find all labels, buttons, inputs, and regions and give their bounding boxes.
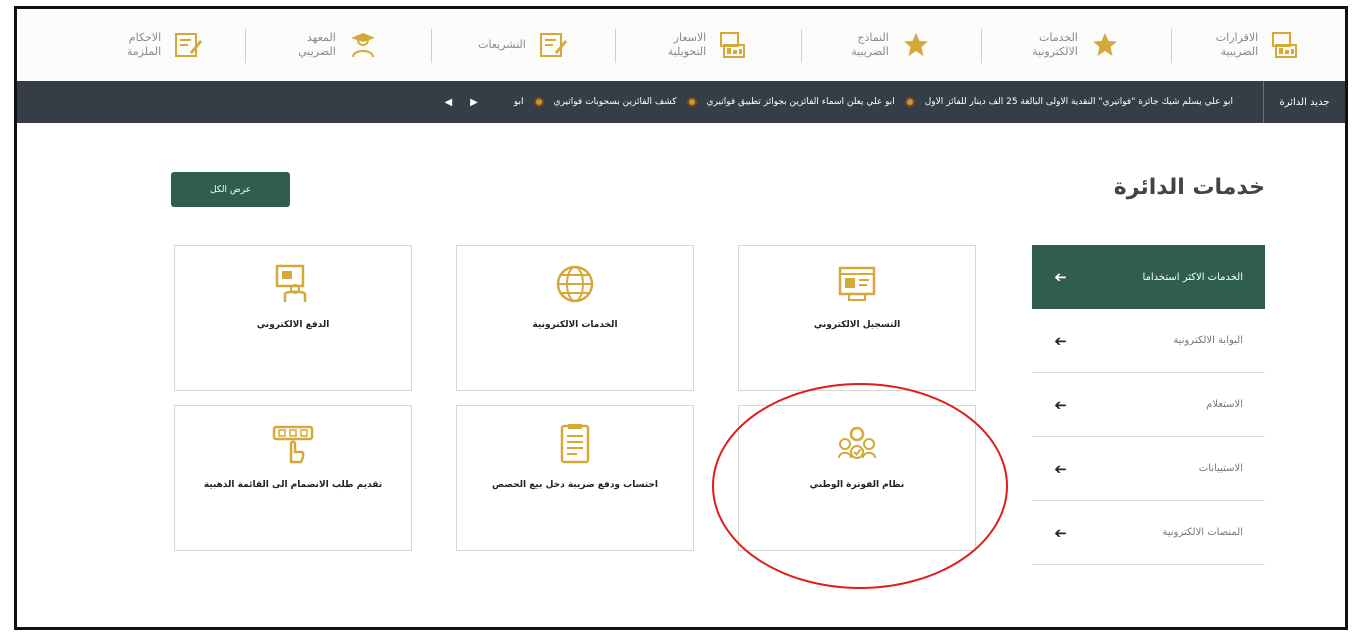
card-label: احتساب ودفع ضريبة دخل بيع الحصص: [492, 480, 658, 490]
tax-declarations-icon: [1270, 30, 1300, 60]
nav-item-tax-declarations[interactable]: الاقرارات الضريبية: [1171, 9, 1345, 81]
news-item[interactable]: ابو: [514, 97, 524, 107]
card-label: التسجيل الالكتروني: [813, 320, 901, 330]
nav-label: الاقرارات الضريبية: [1215, 31, 1259, 58]
nav-label: النماذج الضريبية: [851, 31, 889, 58]
tax-institute-icon: [348, 30, 378, 60]
service-card-electronic-services[interactable]: الخدمات الالكترونية: [456, 245, 694, 391]
news-item[interactable]: ابو علي يعلن اسماء الفائزين بجوائز تطبيق…: [707, 97, 895, 107]
browser-frame: الاقرارات الضريبية الخدمات الالكترونية ا…: [14, 6, 1348, 630]
nav-divider: [1171, 29, 1172, 63]
nav-divider: [431, 29, 432, 63]
nav-label: الاسعار التحويلية: [667, 31, 707, 58]
side-menu-item-most-used[interactable]: الخدمات الاكثر استخداما ➔: [1032, 245, 1265, 309]
red-highlight-circle: [712, 383, 1008, 589]
news-item[interactable]: كشف الفائزين بسحوبات فواتيري: [554, 97, 677, 107]
electronic-registration-icon: [835, 262, 879, 306]
news-ticker: جديد الدائرة ابو علي يسلم شيك جائزة "فوا…: [17, 81, 1345, 123]
binding-rulings-icon: [173, 30, 203, 60]
side-menu-item-surveys[interactable]: الاستبيانات ➔: [1032, 437, 1265, 501]
nav-item-legislation[interactable]: التشريعات: [431, 9, 615, 81]
card-label: الدفع الالكتروني: [256, 320, 330, 330]
side-menu-label: الاستعلام: [1206, 399, 1243, 410]
emblem-icon: [533, 97, 544, 107]
service-card-electronic-registration[interactable]: التسجيل الالكتروني: [738, 245, 976, 391]
side-menu-label: البوابة الالكترونية: [1173, 335, 1243, 346]
keypad-hand-icon: [271, 422, 315, 466]
electronic-payment-icon: [271, 262, 315, 306]
view-all-button[interactable]: عرض الكل: [171, 172, 290, 207]
emblem-icon: [904, 97, 915, 107]
globe-icon: [553, 262, 597, 306]
service-card-electronic-payment[interactable]: الدفع الالكتروني: [174, 245, 412, 391]
card-label: الخدمات الالكترونية: [532, 320, 618, 330]
news-track: ابو علي يسلم شيك جائزة "فواتيري" النقدية…: [17, 97, 1263, 108]
news-prev-arrow-icon[interactable]: ◀: [440, 97, 456, 108]
side-menu-label: المنصات الالكترونية: [1162, 527, 1243, 538]
nav-item-e-services[interactable]: الخدمات الالكترونية: [981, 9, 1171, 81]
page-title: خدمات الدائرة: [1113, 175, 1265, 200]
legislation-icon: [538, 30, 568, 60]
side-menu-item-inquiry[interactable]: الاستعلام ➔: [1032, 373, 1265, 437]
top-navigation: الاقرارات الضريبية الخدمات الالكترونية ا…: [17, 9, 1345, 81]
arrow-left-icon: ➔: [1054, 523, 1067, 542]
nav-item-tax-forms[interactable]: النماذج الضريبية: [801, 9, 981, 81]
nav-item-binding-rulings[interactable]: الاحكام الملزمة: [85, 9, 245, 81]
emblem-icon: [686, 97, 697, 107]
arrow-left-icon: ➔: [1054, 268, 1067, 286]
service-card-share-sale-tax[interactable]: احتساب ودفع ضريبة دخل بيع الحصص: [456, 405, 694, 551]
side-menu-item-e-portal[interactable]: البوابة الالكترونية ➔: [1032, 309, 1265, 373]
arrow-left-icon: ➔: [1054, 395, 1067, 414]
nav-label: الاحكام الملزمة: [126, 31, 162, 58]
star-icon: [1090, 30, 1120, 60]
nav-item-transfer-pricing[interactable]: الاسعار التحويلية: [615, 9, 801, 81]
nav-label: التشريعات: [478, 38, 526, 51]
service-card-golden-list[interactable]: تقديم طلب الانضمام الى القائمة الذهبية: [174, 405, 412, 551]
news-item[interactable]: ابو علي يسلم شيك جائزة "فواتيري" النقدية…: [925, 97, 1233, 107]
side-menu-item-e-platforms[interactable]: المنصات الالكترونية ➔: [1032, 501, 1265, 565]
news-next-arrow-icon[interactable]: ▶: [466, 97, 482, 108]
nav-divider: [615, 29, 616, 63]
nav-divider: [245, 29, 246, 63]
arrow-left-icon: ➔: [1054, 331, 1067, 350]
nav-label: المعهد الضريبي: [298, 31, 336, 58]
calculator-document-icon: [553, 422, 597, 466]
news-title[interactable]: جديد الدائرة: [1263, 81, 1345, 123]
card-label: تقديم طلب الانضمام الى القائمة الذهبية: [203, 480, 383, 490]
nav-divider: [801, 29, 802, 63]
nav-divider: [981, 29, 982, 63]
transfer-pricing-icon: [718, 30, 748, 60]
services-side-menu: الخدمات الاكثر استخداما ➔ البوابة الالكت…: [1032, 245, 1265, 565]
star-icon: [901, 30, 931, 60]
nav-item-tax-institute[interactable]: المعهد الضريبي: [245, 9, 431, 81]
side-menu-label: الاستبيانات: [1198, 463, 1243, 474]
arrow-left-icon: ➔: [1054, 459, 1067, 478]
side-menu-label: الخدمات الاكثر استخداما: [1142, 271, 1243, 283]
nav-label: الخدمات الالكترونية: [1032, 31, 1078, 58]
